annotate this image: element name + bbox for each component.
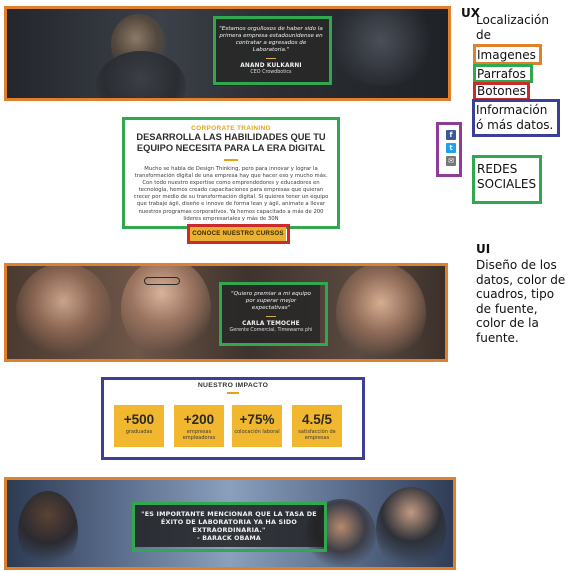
ux-intro: Localización de: [476, 13, 549, 42]
legend-info-label: Información ó más datos.: [476, 103, 554, 132]
legend-imagenes-label: Imagenes: [477, 48, 536, 62]
frame-paragraph-1: [213, 16, 332, 85]
frame-social: [436, 122, 462, 177]
ui-heading: UI: [476, 242, 491, 256]
legend-parrafos-label: Parrafos: [477, 67, 526, 81]
frame-info: [101, 377, 365, 460]
legend-redes-label: REDES SOCIALES: [477, 162, 537, 191]
frame-paragraph-2: [122, 117, 340, 229]
frame-button: [187, 224, 290, 244]
frame-paragraph-3: [219, 282, 328, 346]
ui-description: Diseño de los datos, color de cuadros, t…: [476, 258, 566, 345]
legend-botones-label: Botones: [477, 84, 526, 98]
frame-paragraph-4: [132, 502, 327, 552]
